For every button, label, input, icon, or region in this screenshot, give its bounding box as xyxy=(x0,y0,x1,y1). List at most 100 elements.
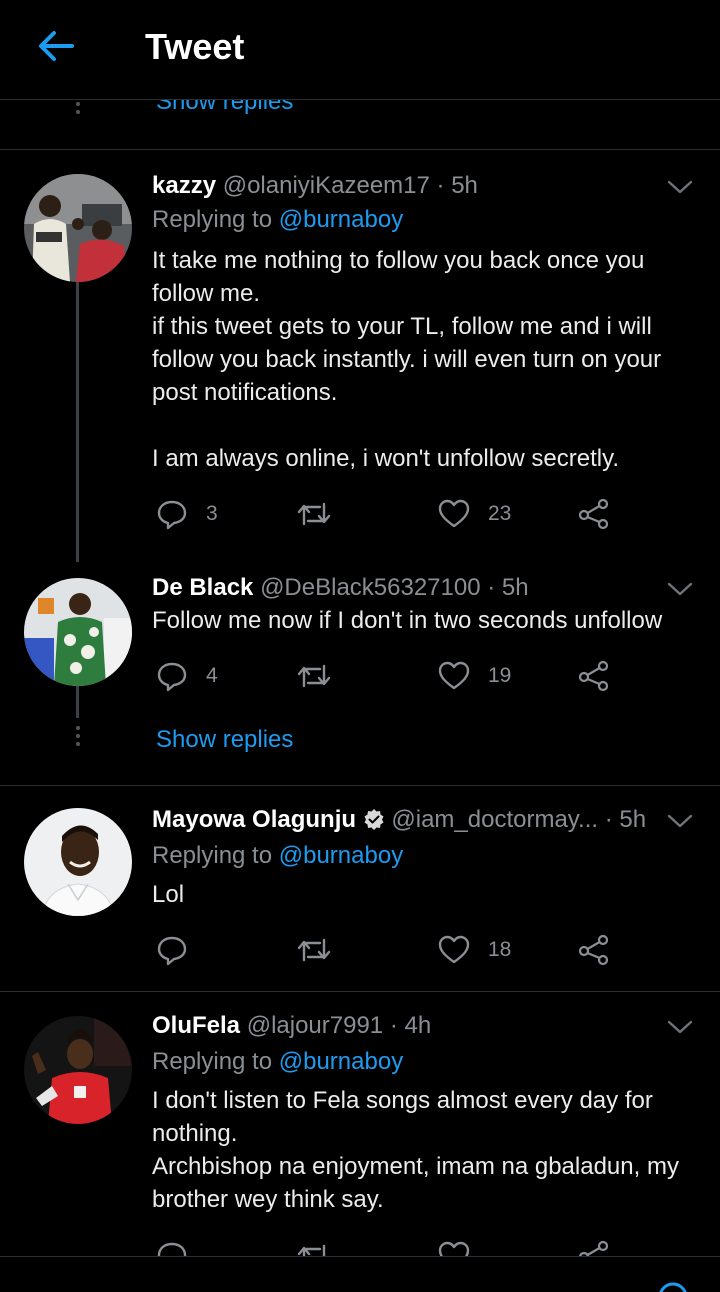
bottom-bar xyxy=(0,1256,720,1292)
tweet-text-line: I am always online, i won't unfollow sec… xyxy=(152,445,620,472)
tweet-actions xyxy=(152,1236,622,1256)
thread-dots xyxy=(76,102,80,118)
chevron-down-icon[interactable] xyxy=(666,178,694,196)
reply-button[interactable] xyxy=(156,930,206,970)
chevron-down-icon[interactable] xyxy=(666,580,694,598)
reply-button[interactable]: 3 xyxy=(156,494,218,534)
reply-icon xyxy=(157,936,187,966)
tweet-text-line xyxy=(152,409,700,442)
tweet-olufela[interactable]: OluFela @lajour7991 · 4h Replying to @bu… xyxy=(0,992,720,1256)
timestamp: · 5h xyxy=(487,574,529,601)
tweet-de-black[interactable]: De Black @DeBlack56327100 · 5h Follow me… xyxy=(0,560,720,785)
chevron-down-icon[interactable] xyxy=(666,1018,694,1036)
replying-to: Replying to @burnaboy xyxy=(152,1048,404,1075)
tweet-actions: 4 19 xyxy=(152,656,622,696)
tweet-text-line: Archbishop na enjoyment, imam na gbaladu… xyxy=(152,1153,679,1213)
display-name[interactable]: De Black xyxy=(152,574,253,601)
retweet-icon xyxy=(297,664,331,688)
share-icon xyxy=(579,1240,609,1256)
mention-link[interactable]: @burnaboy xyxy=(279,206,403,233)
thread-line xyxy=(76,686,79,718)
tweet-header: kazzy @olaniyiKazeem17 · 5h xyxy=(152,172,478,200)
share-button[interactable] xyxy=(578,930,610,970)
show-replies-link[interactable]: Show replies xyxy=(156,726,293,754)
display-name[interactable]: Mayowa Olagunju xyxy=(152,806,356,833)
tweet-header: Mayowa Olagunju @iam_doctormay... · 5h xyxy=(152,806,646,834)
retweet-button[interactable] xyxy=(296,930,332,970)
like-icon xyxy=(438,1241,470,1256)
back-arrow-icon xyxy=(39,31,74,61)
like-icon xyxy=(438,661,470,690)
tweet-text: Lol xyxy=(152,878,700,911)
like-icon xyxy=(438,935,470,964)
user-handle[interactable]: @DeBlack56327100 xyxy=(260,574,481,601)
avatar[interactable] xyxy=(24,174,132,282)
timestamp: · 5h xyxy=(436,172,478,199)
reply-button[interactable]: 4 xyxy=(156,656,218,696)
avatar[interactable] xyxy=(24,578,132,686)
tweet-kazzy[interactable]: kazzy @olaniyiKazeem17 · 5h Replying to … xyxy=(0,150,720,562)
display-name[interactable]: OluFela xyxy=(152,1012,240,1039)
reply-count: 3 xyxy=(206,502,218,525)
tweet-text: Follow me now if I don't in two seconds … xyxy=(152,604,700,637)
timestamp: · 5h xyxy=(604,806,647,833)
verified-icon xyxy=(364,809,384,830)
reply-icon xyxy=(157,1242,187,1256)
share-icon xyxy=(578,498,609,530)
tweet-actions: 18 xyxy=(152,930,622,970)
retweet-button[interactable] xyxy=(296,494,332,534)
user-handle[interactable]: @iam_doctormay... xyxy=(391,806,598,833)
previous-thread-section: Show replies xyxy=(0,100,720,150)
page-title: Tweet xyxy=(145,26,245,67)
like-icon xyxy=(438,499,470,528)
retweet-icon xyxy=(297,938,331,962)
timestamp: · 4h xyxy=(389,1012,432,1039)
reply-icon xyxy=(157,662,187,692)
tweet-text-line: if this tweet gets to your TL, follow me… xyxy=(152,313,662,406)
replying-to: Replying to @burnaboy xyxy=(152,842,404,869)
like-button[interactable]: 23 xyxy=(438,494,511,534)
retweet-icon xyxy=(297,502,331,526)
tweet-text-line: It take me nothing to follow you back on… xyxy=(152,247,645,307)
replying-to: Replying to @burnaboy xyxy=(152,206,404,233)
mention-link[interactable]: @burnaboy xyxy=(279,1048,403,1075)
thread-line xyxy=(76,282,79,562)
tweet-mayowa-olagunju[interactable]: Mayowa Olagunju @iam_doctormay... · 5h R… xyxy=(0,786,720,991)
like-button[interactable]: 18 xyxy=(438,930,511,970)
tweet-header: OluFela @lajour7991 · 4h xyxy=(152,1012,431,1040)
reply-icon xyxy=(157,500,187,530)
avatar[interactable] xyxy=(24,1016,132,1124)
reply-button[interactable] xyxy=(156,1236,188,1256)
retweet-icon xyxy=(297,1244,326,1256)
compose-icon[interactable] xyxy=(656,1279,690,1292)
like-button[interactable]: 19 xyxy=(438,656,511,696)
tweet-header: De Black @DeBlack56327100 · 5h xyxy=(152,574,529,602)
retweet-button[interactable] xyxy=(296,656,332,696)
back-button[interactable] xyxy=(34,26,78,66)
thread-dots xyxy=(76,726,80,750)
like-button[interactable] xyxy=(438,1236,470,1256)
share-icon xyxy=(578,660,609,692)
share-button[interactable] xyxy=(578,1236,610,1256)
user-handle[interactable]: @lajour7991 xyxy=(247,1012,383,1039)
tweet-text-line: Lol xyxy=(152,881,185,908)
share-icon xyxy=(578,934,609,966)
tweet-actions: 3 23 xyxy=(152,494,622,534)
share-button[interactable] xyxy=(578,494,610,534)
mention-link[interactable]: @burnaboy xyxy=(279,842,403,869)
reply-count: 4 xyxy=(206,664,218,687)
tweet-text: I don't listen to Fela songs almost ever… xyxy=(152,1084,700,1216)
share-button[interactable] xyxy=(578,656,610,696)
display-name[interactable]: kazzy xyxy=(152,172,216,199)
retweet-button[interactable] xyxy=(296,1236,332,1256)
user-handle[interactable]: @olaniyiKazeem17 xyxy=(223,172,430,199)
chevron-down-icon[interactable] xyxy=(666,812,694,830)
tweet-text: It take me nothing to follow you back on… xyxy=(152,244,700,475)
show-replies-link[interactable]: Show replies xyxy=(156,100,293,116)
tweet-text-line: Follow me now if I don't in two seconds … xyxy=(152,607,663,634)
tweet-text-line: I don't listen to Fela songs almost ever… xyxy=(152,1087,653,1147)
avatar[interactable] xyxy=(24,808,132,916)
like-count: 18 xyxy=(488,938,512,961)
like-count: 23 xyxy=(488,502,512,525)
top-bar: Tweet xyxy=(0,0,720,100)
